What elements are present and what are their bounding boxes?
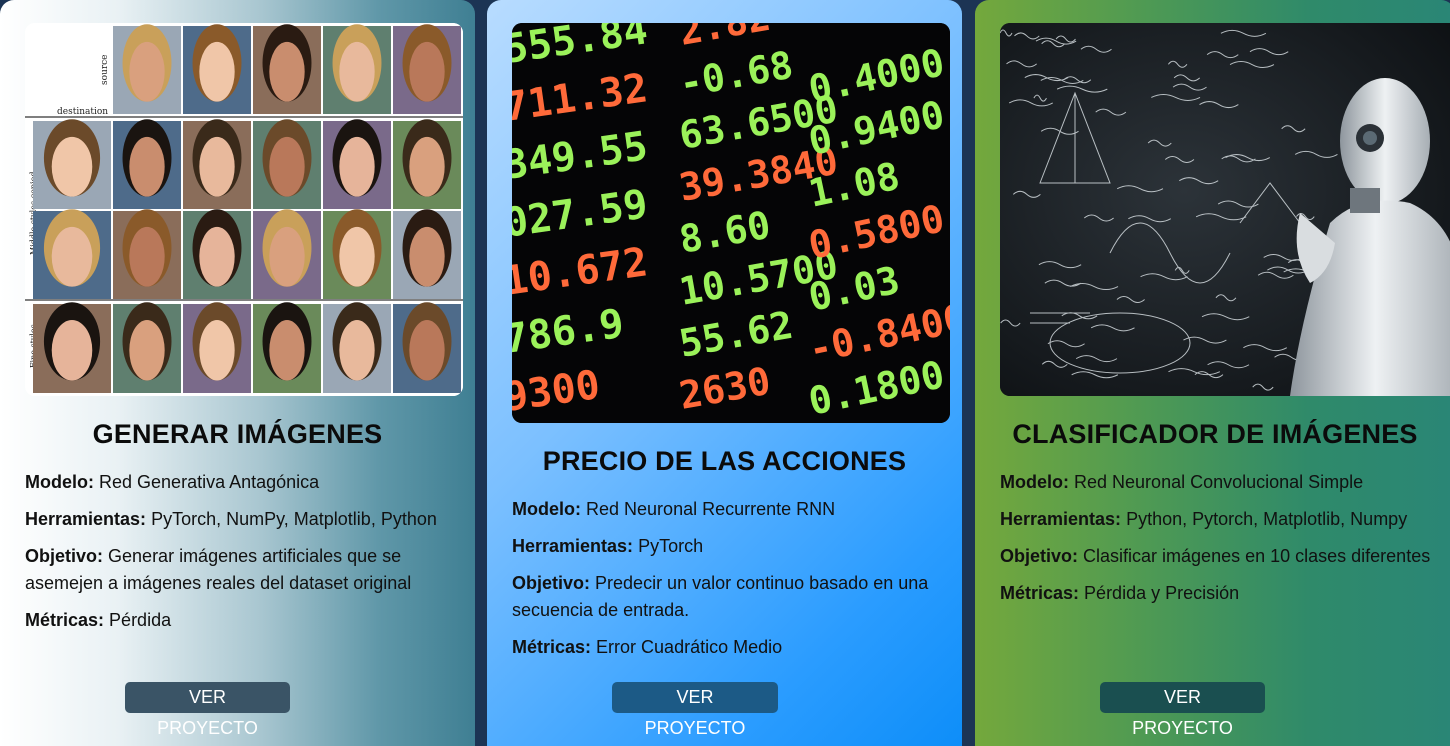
metrics-label: Métricas: bbox=[25, 610, 105, 630]
tools-value: PyTorch bbox=[638, 536, 704, 556]
goal-line: Objetivo: Generar imágenes artificiales … bbox=[25, 543, 455, 597]
model-label: Modelo: bbox=[25, 472, 94, 492]
card-details: Modelo: Red Neuronal Convolucional Simpl… bbox=[1000, 469, 1440, 617]
card-details: Modelo: Red Generativa Antagónica Herram… bbox=[25, 469, 455, 644]
face-shape bbox=[129, 320, 165, 381]
ver-proyecto-button[interactable]: VER PROYECTO bbox=[1100, 682, 1265, 738]
face-grid-illustration: destination source Middle styles copied … bbox=[25, 23, 463, 396]
tools-line: Herramientas: Python, Pytorch, Matplotli… bbox=[1000, 506, 1440, 533]
stylegan-face-grid-image: destination source Middle styles copied … bbox=[25, 23, 463, 396]
face-shape bbox=[269, 136, 305, 197]
metrics-value: Error Cuadrático Medio bbox=[596, 637, 783, 657]
project-card-generar-imagenes: destination source Middle styles copied … bbox=[0, 0, 475, 746]
tools-value: Python, Pytorch, Matplotlib, Numpy bbox=[1126, 509, 1408, 529]
model-label: Modelo: bbox=[512, 499, 581, 519]
face-shape bbox=[409, 136, 445, 197]
tools-line: Herramientas: PyTorch bbox=[512, 533, 942, 560]
project-card-clasificador-imagenes: CLASIFICADOR DE IMÁGENES Modelo: Red Neu… bbox=[975, 0, 1450, 746]
metrics-line: Métricas: Pérdida bbox=[25, 607, 455, 634]
metrics-line: Métricas: Error Cuadrático Medio bbox=[512, 634, 942, 661]
face-shape bbox=[409, 320, 445, 381]
face-shape bbox=[199, 226, 235, 287]
face-shape bbox=[51, 320, 93, 381]
tools-label: Herramientas: bbox=[1000, 509, 1122, 529]
stock-ticker-illustration: 555.84711.32349.55027.5910.672786.993002… bbox=[512, 23, 950, 423]
metrics-value: Pérdida y Precisión bbox=[1084, 583, 1240, 603]
card-title: CLASIFICADOR DE IMÁGENES bbox=[1012, 419, 1418, 449]
face-shape bbox=[199, 320, 235, 381]
metrics-value: Pérdida bbox=[109, 610, 172, 630]
goal-label: Objetivo: bbox=[512, 573, 591, 593]
model-value: Red Neuronal Recurrente RNN bbox=[586, 499, 836, 519]
robot-chalkboard-illustration bbox=[1000, 23, 1450, 396]
stock-ticker-image: 555.84 711.32 349.55 027.59 10.672 786.9 9300 2… bbox=[512, 23, 950, 423]
face-shape bbox=[339, 136, 375, 197]
metrics-label: Métricas: bbox=[1000, 583, 1080, 603]
goal-value: Clasificar imágenes en 10 clases diferen… bbox=[1083, 546, 1431, 566]
model-line: Modelo: Red Neuronal Recurrente RNN bbox=[512, 496, 942, 523]
project-card-precio-acciones: 555.84 711.32 349.55 027.59 10.672 786.9 9300 2… bbox=[487, 0, 962, 746]
face-shape bbox=[129, 136, 165, 197]
face-shape bbox=[129, 226, 165, 287]
face-shape bbox=[269, 226, 305, 287]
ver-proyecto-button[interactable]: VER PROYECTO bbox=[612, 682, 778, 738]
model-label: Modelo: bbox=[1000, 472, 1069, 492]
tools-label: Herramientas: bbox=[25, 509, 147, 529]
card-title: PRECIO DE LAS ACCIONES bbox=[542, 446, 907, 476]
face-shape bbox=[129, 41, 165, 102]
metrics-label: Métricas: bbox=[512, 637, 592, 657]
goal-line: Objetivo: Predecir un valor continuo bas… bbox=[512, 570, 942, 624]
ver-proyecto-button[interactable]: VER PROYECTO bbox=[125, 682, 290, 738]
face-shape bbox=[51, 136, 93, 197]
label-source: source bbox=[100, 54, 110, 85]
face-shape bbox=[339, 320, 375, 381]
face-shape bbox=[339, 41, 375, 102]
model-value: Red Neuronal Convolucional Simple bbox=[1074, 472, 1364, 492]
tools-label: Herramientas: bbox=[512, 536, 634, 556]
card-details: Modelo: Red Neuronal Recurrente RNN Herr… bbox=[512, 496, 942, 671]
tools-line: Herramientas: PyTorch, NumPy, Matplotlib… bbox=[25, 506, 455, 533]
model-value: Red Generativa Antagónica bbox=[99, 472, 320, 492]
face-shape bbox=[269, 41, 305, 102]
model-line: Modelo: Red Generativa Antagónica bbox=[25, 469, 455, 496]
tools-value: PyTorch, NumPy, Matplotlib, Python bbox=[151, 509, 437, 529]
goal-label: Objetivo: bbox=[1000, 546, 1079, 566]
metrics-line: Métricas: Pérdida y Precisión bbox=[1000, 580, 1440, 607]
label-destination: destination bbox=[57, 107, 108, 117]
face-shape bbox=[409, 41, 445, 102]
face-shape bbox=[51, 226, 93, 287]
goal-line: Objetivo: Clasificar imágenes en 10 clas… bbox=[1000, 543, 1440, 570]
robot-chalkboard-image bbox=[1000, 23, 1450, 396]
face-shape bbox=[339, 226, 375, 287]
face-shape bbox=[269, 320, 305, 381]
face-shape bbox=[409, 226, 445, 287]
goal-label: Objetivo: bbox=[25, 546, 104, 566]
model-line: Modelo: Red Neuronal Convolucional Simpl… bbox=[1000, 469, 1440, 496]
face-shape bbox=[199, 41, 235, 102]
card-title: GENERAR IMÁGENES bbox=[92, 419, 383, 449]
face-shape bbox=[199, 136, 235, 197]
